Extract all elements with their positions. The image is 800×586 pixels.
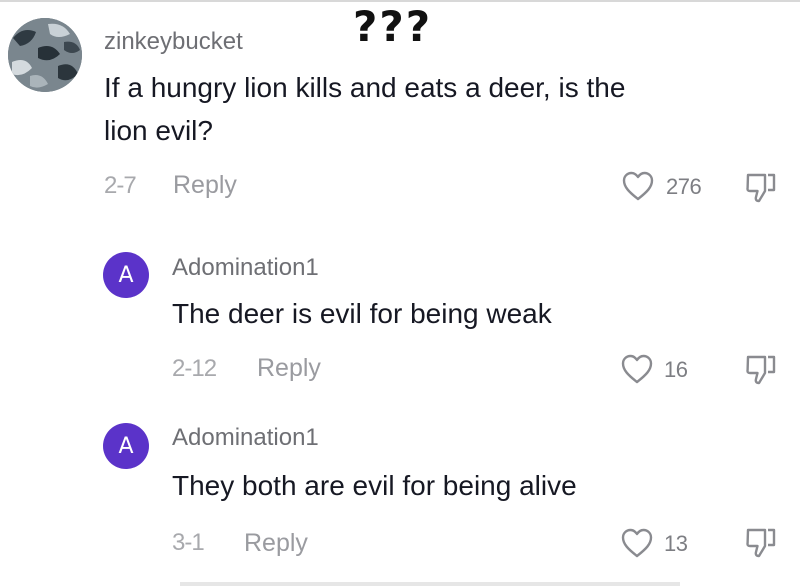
comment-username[interactable]: Adomination1 bbox=[172, 424, 319, 452]
heart-outline-icon[interactable] bbox=[620, 527, 654, 559]
comment-text: They both are evil for being alive bbox=[172, 470, 577, 501]
user-avatar[interactable]: A bbox=[103, 423, 149, 469]
comment-3: A Adomination1 They both are evil for be… bbox=[0, 0, 800, 580]
like-count: 13 bbox=[664, 531, 688, 556]
bottom-divider bbox=[180, 582, 680, 586]
comment-date: 3-1 bbox=[172, 529, 205, 556]
reply-button[interactable]: Reply bbox=[244, 529, 308, 557]
thumbs-down-icon[interactable] bbox=[744, 525, 778, 559]
